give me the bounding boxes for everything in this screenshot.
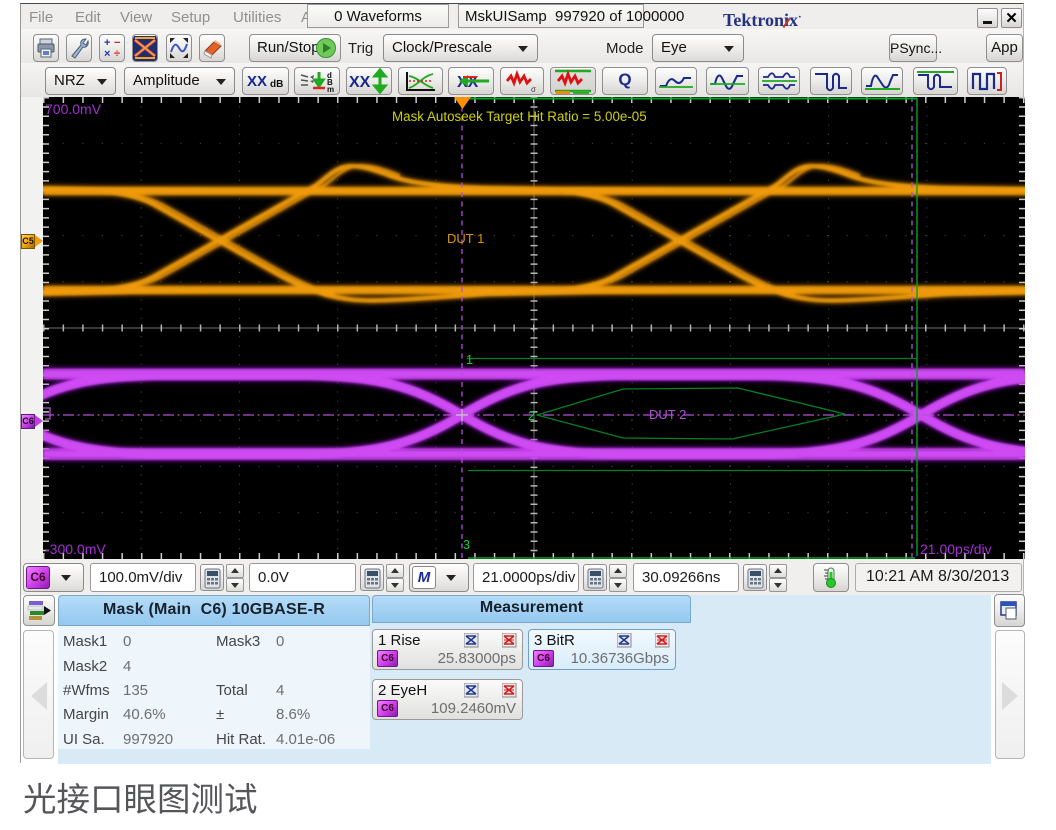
svg-text:2: 2: [528, 409, 535, 423]
svg-text:Mask Autoseek Target Hit Ratio: Mask Autoseek Target Hit Ratio = 5.00e-0…: [392, 109, 647, 124]
svg-text:3: 3: [463, 538, 470, 552]
svg-text:XX: XX: [349, 74, 371, 91]
svg-text:÷: ÷: [114, 48, 120, 60]
svg-text:700.0mV: 700.0mV: [45, 101, 102, 117]
svg-text:21.00ps/div: 21.00ps/div: [920, 541, 992, 557]
svg-text:XX: XX: [247, 73, 267, 90]
svg-text:σ: σ: [531, 85, 536, 94]
svg-text:×: ×: [104, 48, 110, 60]
svg-text:DUT 2: DUT 2: [649, 407, 686, 422]
svg-text:dB: dB: [270, 79, 283, 90]
svg-text:DUT 1: DUT 1: [447, 231, 484, 246]
svg-text:1: 1: [466, 353, 473, 367]
svg-text:m: m: [327, 85, 334, 94]
svg-text:-300.0mV: -300.0mV: [45, 541, 106, 557]
